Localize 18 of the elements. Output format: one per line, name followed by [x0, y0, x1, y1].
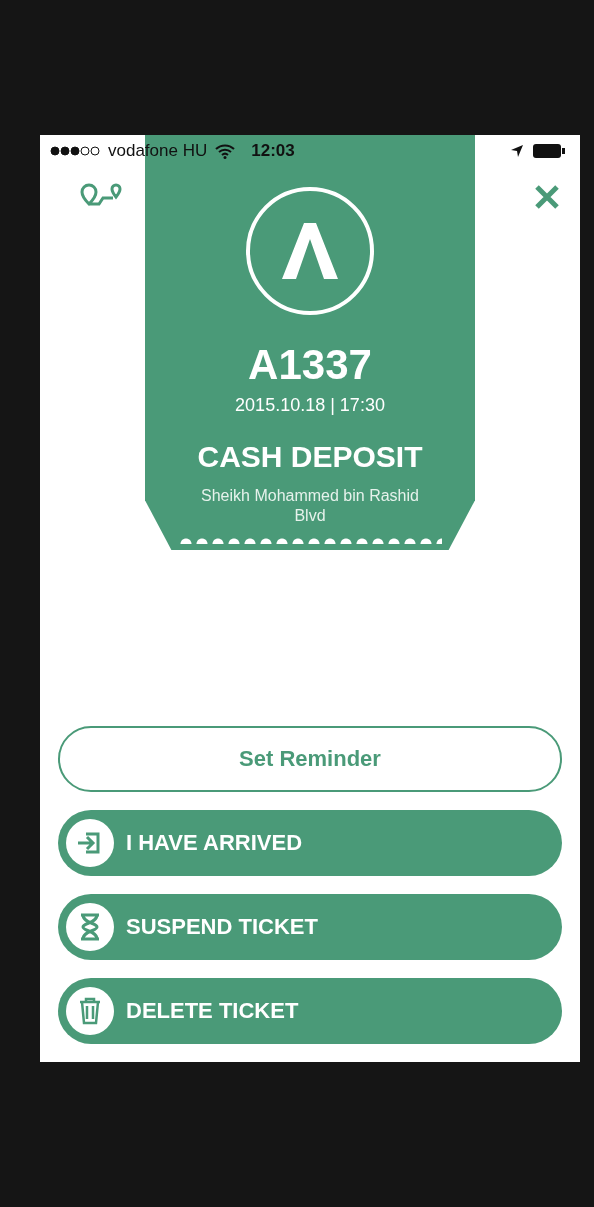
clock-time: 12:03: [251, 141, 295, 161]
battery-icon: [532, 143, 566, 159]
service-name: CASH DEPOSIT: [197, 440, 423, 474]
branch-address: Sheikh Mohammed bin Rashid Blvd: [200, 486, 420, 526]
trash-icon: [64, 985, 116, 1037]
ticket-number: A1337: [248, 341, 372, 389]
action-button[interactable]: I HAVE ARRIVED: [58, 810, 562, 876]
reminder-button[interactable]: Set Reminder: [58, 726, 562, 792]
ticket-datetime: 2015.10.18 | 17:30: [235, 395, 385, 416]
sign-in-icon: [64, 817, 116, 869]
signal-icon: [50, 146, 100, 156]
logo-icon: [246, 187, 374, 315]
action-button[interactable]: SUSPEND TICKET: [58, 894, 562, 960]
wifi-icon: [215, 143, 236, 159]
close-icon[interactable]: [534, 184, 560, 210]
hourglass-icon: [64, 901, 116, 953]
location-arrow-icon: [510, 144, 524, 158]
action-button[interactable]: DELETE TICKET: [58, 978, 562, 1044]
